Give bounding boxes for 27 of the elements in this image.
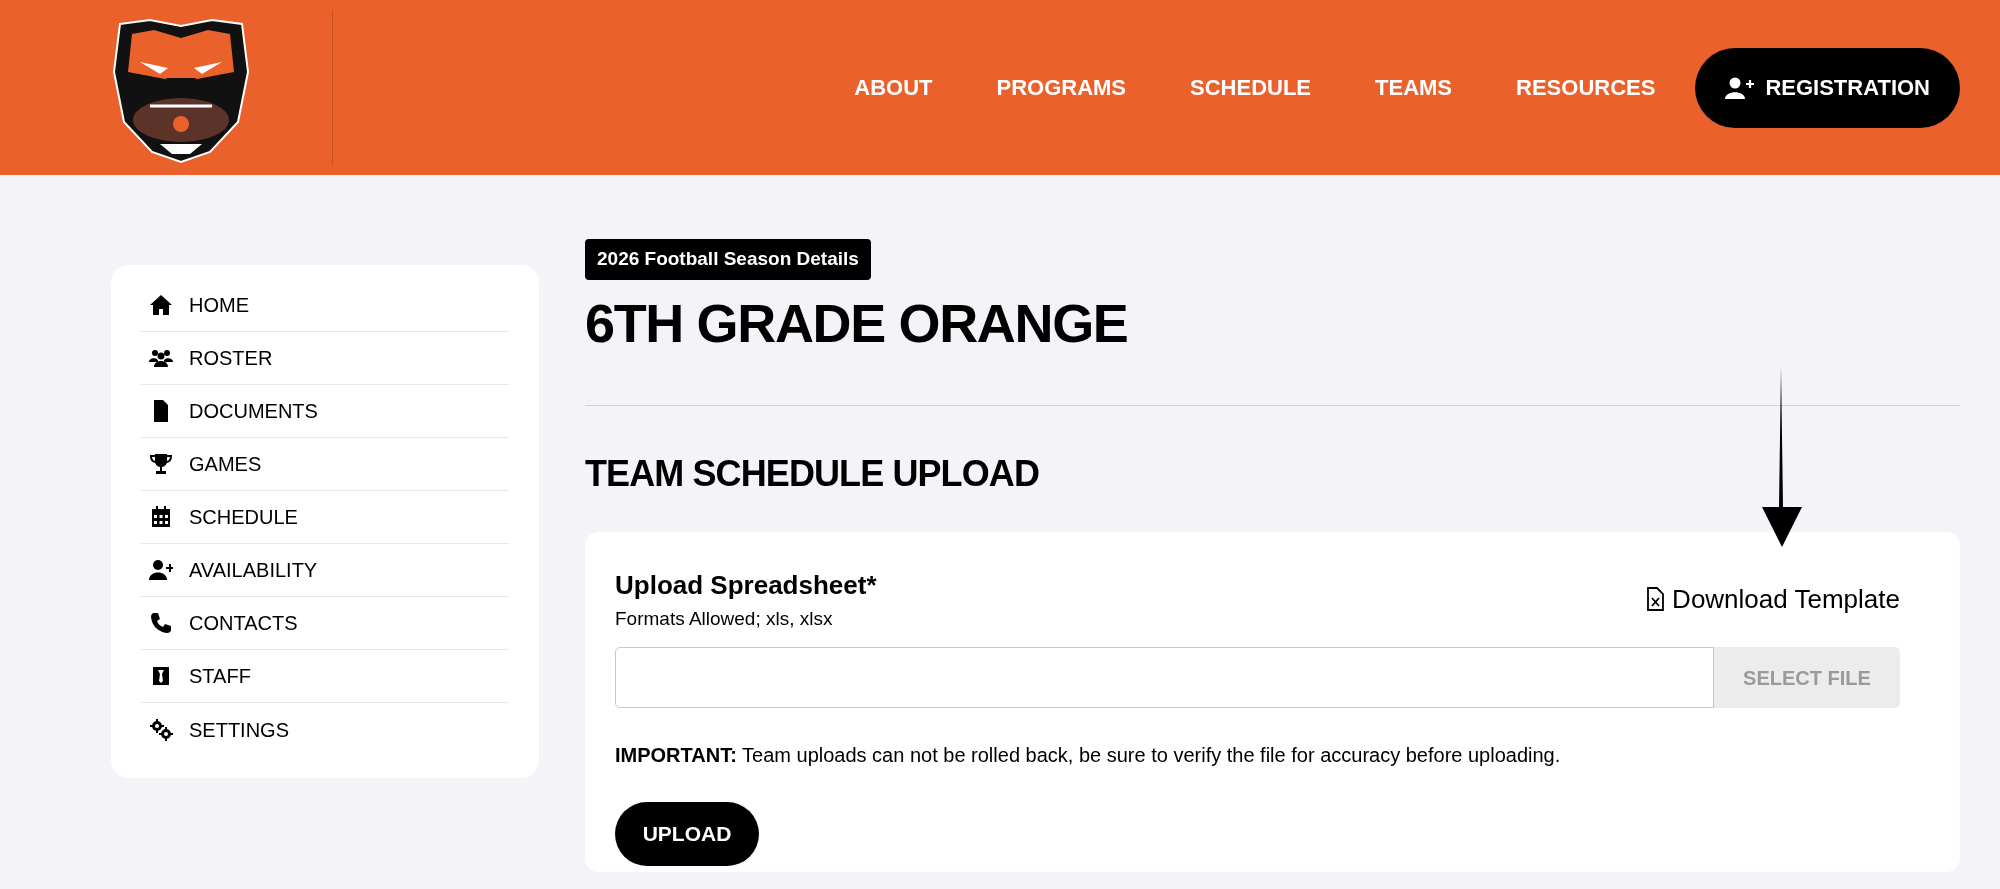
- season-badge: 2026 Football Season Details: [585, 239, 871, 280]
- trophy-icon: [149, 452, 173, 476]
- calendar-icon: [149, 505, 173, 529]
- upload-button[interactable]: UPLOAD: [615, 802, 759, 866]
- home-icon: [149, 293, 173, 317]
- add-user-icon: [149, 558, 173, 582]
- gears-icon: [149, 717, 173, 742]
- file-input-field[interactable]: [615, 647, 1714, 708]
- add-user-icon: [1725, 76, 1756, 99]
- field-hint: Formats Allowed; xls, xlsx: [615, 606, 834, 631]
- sidebar-item[interactable]: SCHEDULE: [141, 491, 509, 544]
- spreadsheet-file-icon: [1646, 587, 1665, 611]
- download-template-link[interactable]: Download Template: [1646, 579, 1900, 619]
- sidebar-item[interactable]: AVAILABILITY: [141, 544, 509, 597]
- sidebar-item[interactable]: GAMES: [141, 438, 509, 491]
- registration-button[interactable]: REGISTRATION: [1695, 47, 1960, 128]
- important-notice: IMPORTANT: Team uploads can not be rolled back, be sure to verify the file for accuracy before uploading.: [615, 743, 1562, 768]
- sidebar-item[interactable]: SETTINGS: [141, 703, 509, 756]
- section-title: TEAM SCHEDULE UPLOAD: [585, 455, 1040, 492]
- sidebar-item[interactable]: CONTACTS: [141, 597, 509, 650]
- sidebar-item[interactable]: STAFF: [141, 650, 509, 703]
- sidebar-item[interactable]: HOME: [141, 279, 509, 332]
- sidebar-item[interactable]: DOCUMENTS: [141, 385, 509, 438]
- phone-icon: [149, 611, 173, 635]
- page-title: 6TH GRADE ORANGE: [585, 295, 1129, 350]
- field-label: Upload Spreadsheet*: [615, 568, 877, 602]
- sidebar-item[interactable]: ROSTER: [141, 332, 509, 385]
